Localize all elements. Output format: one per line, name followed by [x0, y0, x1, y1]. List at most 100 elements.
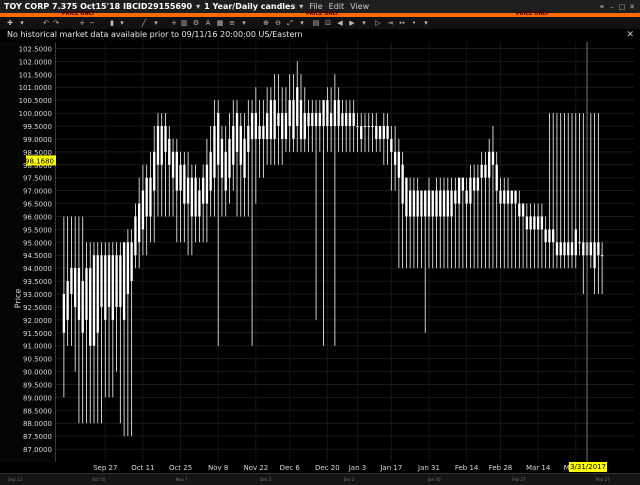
- candle-body: [77, 268, 81, 320]
- candle-body: [397, 151, 401, 178]
- x-tick-label: Jan 17: [379, 464, 402, 472]
- chevron-down-icon[interactable]: ▾: [18, 19, 26, 27]
- minimize-icon[interactable]: –: [608, 3, 616, 11]
- expand-right-icon[interactable]: ⇥: [386, 19, 394, 27]
- candle-body: [175, 151, 178, 191]
- zoom-in-icon[interactable]: +: [78, 19, 86, 27]
- candle-body: [476, 177, 480, 191]
- navigator-tick-label: Jan 30: [428, 477, 441, 482]
- candlestick-chart[interactable]: [56, 42, 634, 462]
- candle-body: [220, 138, 224, 178]
- candle-body: [74, 268, 77, 307]
- undo-icon[interactable]: ↶: [42, 19, 50, 27]
- x-tick-label: Nov 22: [243, 464, 268, 472]
- bar-chart-icon[interactable]: ▥: [180, 19, 188, 27]
- menu-edit[interactable]: Edit: [329, 2, 345, 11]
- chevron-down-icon[interactable]: ▾: [240, 19, 248, 27]
- candle-body: [360, 126, 363, 139]
- candle-body: [149, 177, 152, 217]
- candle-body: [171, 151, 175, 178]
- link-icon[interactable]: ⚭: [598, 3, 606, 11]
- scroll-left-icon[interactable]: ◀: [336, 19, 344, 27]
- bullet-icon[interactable]: •: [410, 19, 418, 27]
- close-icon[interactable]: ✕: [626, 30, 634, 40]
- candle-body: [570, 242, 574, 256]
- navigator-bar[interactable]: Sep 13 Oct 10 Nov 7 Dec 5 Jan 2 Jan 30 Feb 27 M…: [0, 473, 640, 485]
- candle-body: [284, 113, 288, 139]
- add-icon[interactable]: +: [170, 19, 178, 27]
- candle-body: [239, 126, 242, 165]
- instrument-title[interactable]: TOY CORP 7.375 Oct15'18 IBCID29155690: [4, 2, 192, 11]
- scroll-right-icon[interactable]: ▶: [348, 19, 356, 27]
- y-tick-label: 97.0000: [23, 188, 52, 196]
- chevron-down-icon[interactable]: ▾: [152, 19, 160, 27]
- chevron-down-icon[interactable]: ▾: [422, 19, 430, 27]
- candle-body: [311, 113, 314, 126]
- zoom-out-icon[interactable]: ⊖: [274, 19, 282, 27]
- chevron-down-icon[interactable]: ▾: [299, 2, 303, 11]
- grid-icon[interactable]: ▦: [216, 19, 224, 27]
- zoom-in-icon[interactable]: ⊕: [262, 19, 270, 27]
- period-selector[interactable]: 1 Year/Daily candles: [204, 2, 295, 11]
- fit-icon[interactable]: ↔: [398, 19, 406, 27]
- price-tick-labels: 87.0000 87.5000 88.0000 88.5000 89.0000 89.50…: [19, 45, 56, 454]
- candle-body: [337, 100, 340, 126]
- candle-body: [593, 242, 596, 269]
- lines-icon[interactable]: ≡: [228, 19, 236, 27]
- candle-body: [457, 177, 461, 204]
- candle-body: [412, 190, 416, 217]
- candle-body: [582, 242, 585, 256]
- y-tick-label: 99.0000: [23, 136, 52, 144]
- candle-body: [461, 177, 465, 191]
- chevron-down-icon[interactable]: ▾: [118, 19, 126, 27]
- candle-body: [378, 126, 382, 139]
- navigator-tick-label: Mar 27: [596, 477, 610, 482]
- candle-body: [314, 113, 318, 126]
- candle-body: [375, 126, 378, 139]
- candle-body: [296, 87, 299, 126]
- candle-body: [446, 190, 449, 217]
- candle-body: [243, 138, 246, 178]
- dropdown-arrow-icon[interactable]: ▾: [196, 2, 200, 11]
- candle-body: [352, 113, 355, 126]
- candle-body: [96, 255, 99, 333]
- zoom-out-icon[interactable]: −: [88, 19, 96, 27]
- candle-body: [529, 216, 532, 230]
- lock-icon[interactable]: ⊡: [324, 19, 332, 27]
- candle-body: [318, 113, 321, 126]
- draw-line-icon[interactable]: ╱: [140, 19, 148, 27]
- menu-file[interactable]: File: [309, 2, 322, 11]
- candle-body: [589, 242, 592, 256]
- crosshair-icon[interactable]: ✚: [6, 19, 14, 27]
- settings-icon[interactable]: ⚙: [192, 19, 200, 27]
- candle-body: [66, 281, 69, 320]
- candle-body: [141, 190, 145, 230]
- play-icon[interactable]: ▷: [374, 19, 382, 27]
- candle-body: [145, 177, 148, 217]
- candles-icon[interactable]: ▮: [108, 19, 116, 27]
- candle-body: [525, 216, 529, 230]
- y-tick-label: 88.5000: [23, 407, 52, 415]
- candle-body: [299, 100, 303, 139]
- close-icon[interactable]: ✕: [628, 3, 636, 11]
- menu-view[interactable]: View: [350, 2, 369, 11]
- candle-body: [540, 216, 544, 230]
- layout-icon[interactable]: ▤: [312, 19, 320, 27]
- candle-body: [597, 242, 600, 256]
- redo-icon[interactable]: ↷: [52, 19, 60, 27]
- candle-body: [578, 242, 581, 244]
- candle-body: [450, 190, 453, 217]
- candle-body: [371, 126, 374, 127]
- y-tick-label: 95.0000: [23, 239, 52, 247]
- candle-body: [503, 190, 506, 204]
- y-tick-label: 94.5000: [23, 252, 52, 260]
- candle-body: [480, 164, 483, 178]
- maximize-icon[interactable]: □: [618, 3, 626, 11]
- date-axis[interactable]: Sep 27 Oct 11 Oct 25 Nov 8 Nov 22 Dec 6 Dec 20…: [56, 462, 634, 472]
- text-tool-icon[interactable]: A: [204, 19, 212, 27]
- chevron-down-icon[interactable]: ▾: [298, 19, 306, 27]
- chevron-down-icon[interactable]: ▾: [360, 19, 368, 27]
- x-tick-label: Mar 14: [526, 464, 551, 472]
- y-tick-label: 90.0000: [23, 369, 52, 377]
- expand-icon[interactable]: ⤢: [286, 19, 294, 27]
